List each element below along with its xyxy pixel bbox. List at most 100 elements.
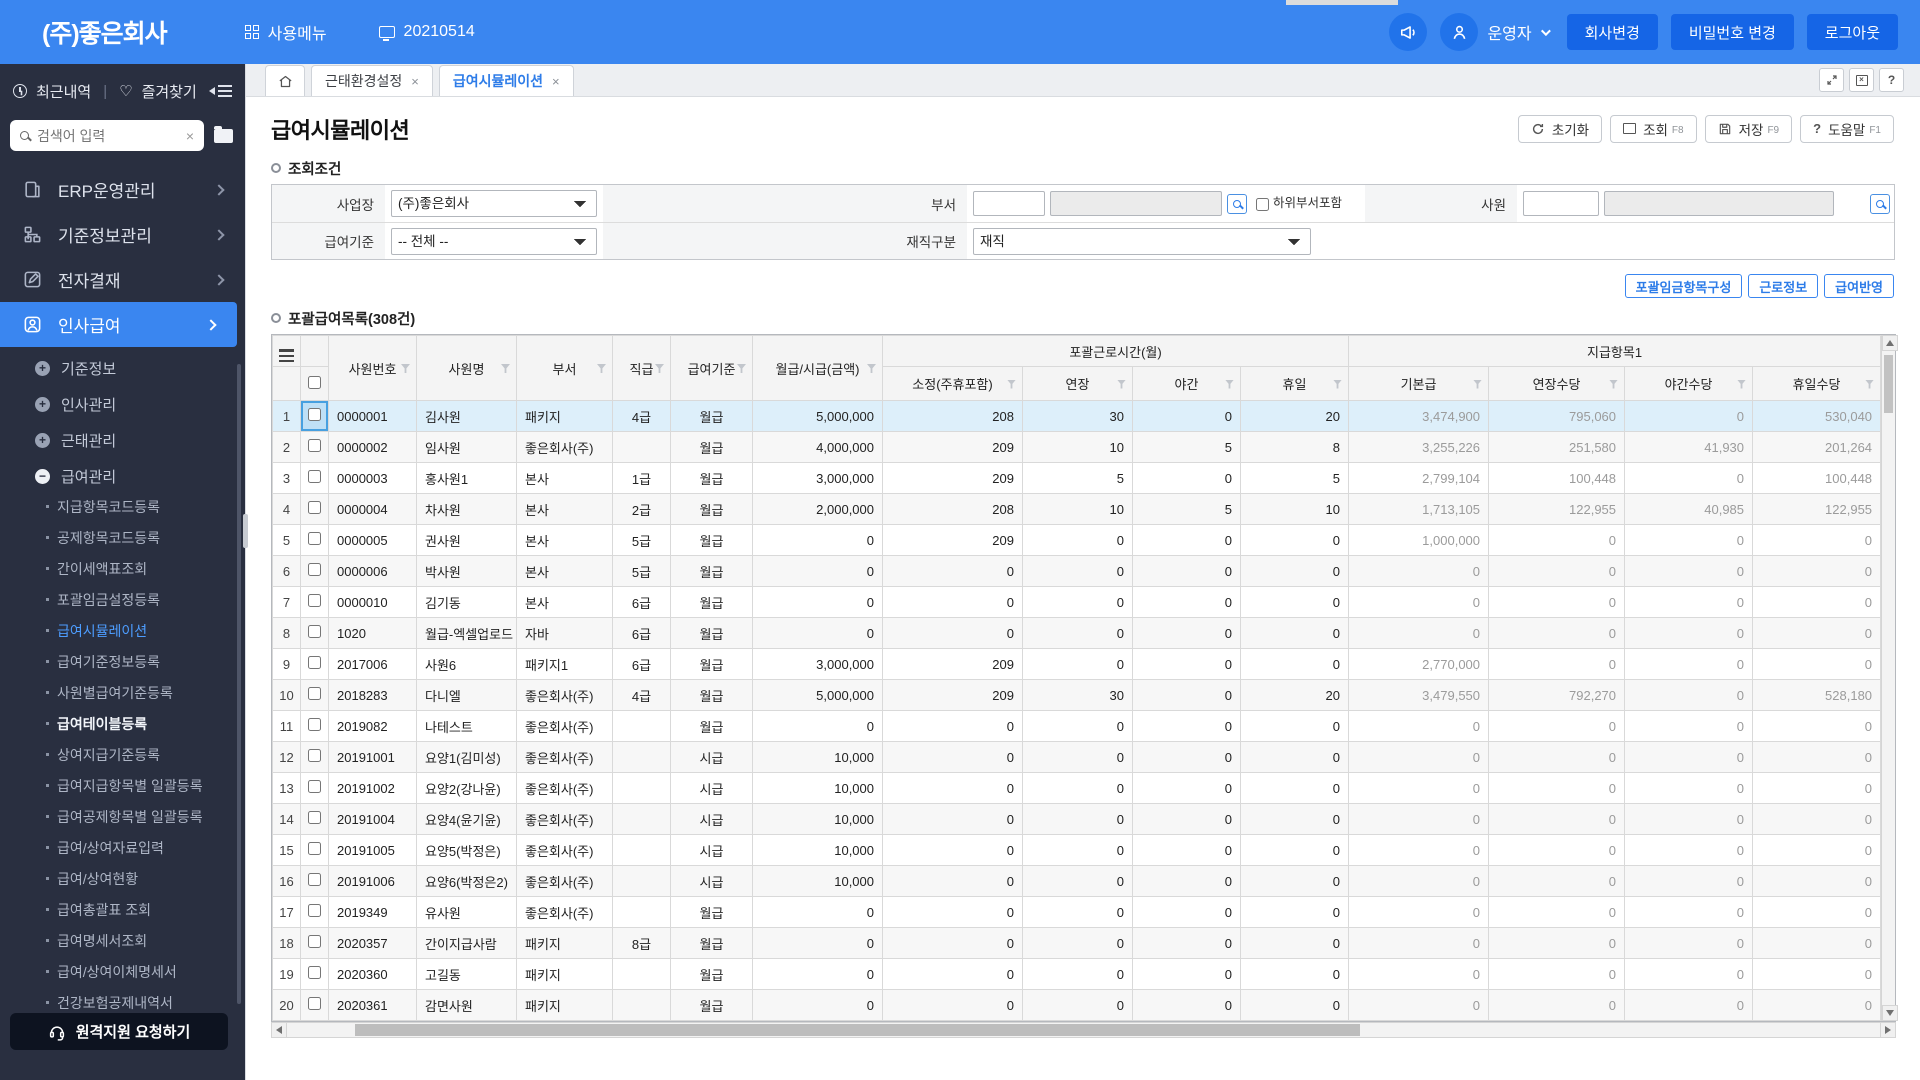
include-subdept-checkbox[interactable] bbox=[1256, 198, 1269, 211]
scroll-left-button[interactable] bbox=[271, 1022, 287, 1038]
sub-column-header-2-1[interactable]: 기본급 bbox=[1348, 366, 1490, 401]
department-code-input[interactable] bbox=[973, 191, 1045, 216]
horizontal-scrollbar[interactable] bbox=[271, 1022, 1896, 1038]
column-header-5[interactable]: 급여기준 bbox=[670, 335, 753, 401]
select-all-checkbox[interactable] bbox=[308, 375, 321, 389]
table-row[interactable]: 6 0000006 박사원 본사 5급 월급 0 0 0 0 0 0 0 0 0 bbox=[272, 555, 1882, 587]
change-password-button[interactable]: 비밀번호 변경 bbox=[1670, 14, 1794, 50]
save-button[interactable]: 저장 F9 bbox=[1704, 114, 1793, 143]
work-info-button[interactable]: 근로정보 bbox=[1748, 274, 1819, 298]
filter-icon[interactable] bbox=[1473, 379, 1483, 389]
tab-close-icon[interactable]: × bbox=[552, 74, 560, 89]
column-header-4[interactable]: 직급 bbox=[612, 335, 671, 401]
table-row[interactable]: 18 2020357 간이지급사람 패키지 8급 월급 0 0 0 0 0 0 0 0 0 bbox=[272, 927, 1882, 959]
row-checkbox[interactable] bbox=[308, 563, 321, 576]
favorites-link[interactable]: 즐겨찾기 bbox=[142, 81, 197, 102]
menu-leaf-1[interactable]: 지급항목코드등록 bbox=[0, 491, 245, 522]
column-header-1[interactable]: 사원번호 bbox=[328, 335, 417, 401]
scroll-up-button[interactable] bbox=[1882, 335, 1899, 351]
filter-icon[interactable] bbox=[597, 364, 606, 373]
sub-column-header-1-3[interactable]: 야간 bbox=[1132, 366, 1241, 401]
filter-icon[interactable] bbox=[737, 364, 746, 373]
filter-icon[interactable] bbox=[1333, 379, 1343, 389]
clear-search-icon[interactable]: × bbox=[186, 128, 194, 144]
filter-icon[interactable] bbox=[1117, 379, 1126, 389]
horizontal-scroll-thumb[interactable] bbox=[355, 1024, 1360, 1036]
menu-leaf-10[interactable]: 급여지급항목별 일괄등록 bbox=[0, 770, 245, 801]
filter-icon[interactable] bbox=[1865, 379, 1875, 389]
row-checkbox[interactable] bbox=[308, 656, 321, 669]
logout-button[interactable]: 로그아웃 bbox=[1806, 14, 1898, 50]
change-company-button[interactable]: 회사변경 bbox=[1566, 14, 1658, 50]
row-checkbox[interactable] bbox=[308, 439, 321, 452]
row-checkbox[interactable] bbox=[308, 470, 321, 483]
filter-icon[interactable] bbox=[1007, 379, 1016, 389]
table-row[interactable]: 9 2017006 사원6 패키지1 6급 월급 3,000,000 209 0 0 0 2,770,… bbox=[272, 648, 1882, 680]
table-row[interactable]: 1 0000001 김사원 패키지 4급 월급 5,000,000 208 30 0 20 3,474… bbox=[272, 400, 1882, 432]
row-checkbox[interactable] bbox=[308, 594, 321, 607]
menu-leaf-14[interactable]: 급여총괄표 조회 bbox=[0, 894, 245, 925]
table-row[interactable]: 10 2018283 다니엘 좋은회사(주) 4급 월급 5,000,000 209 30 0 20… bbox=[272, 679, 1882, 711]
sub-column-header-2-3[interactable]: 야간수당 bbox=[1624, 366, 1754, 401]
sub-column-header-1-4[interactable]: 휴일 bbox=[1239, 366, 1350, 401]
table-row[interactable]: 4 0000004 차사원 본사 2급 월급 2,000,000 208 10 5 10 1,713,… bbox=[272, 493, 1882, 525]
filter-icon[interactable] bbox=[401, 364, 410, 373]
sidebar-item-4[interactable]: 인사급여 bbox=[0, 302, 237, 347]
table-row[interactable]: 5 0000005 권사원 본사 5급 월급 0 209 0 0 0 1,000,000 0 0 0 bbox=[272, 524, 1882, 556]
table-row[interactable]: 12 20191001 요양1(김미성) 좋은회사(주) 시급 10,000 0 0 0 0 0 0 0… bbox=[272, 741, 1882, 773]
tab-home[interactable] bbox=[265, 65, 305, 96]
row-checkbox[interactable] bbox=[308, 718, 321, 731]
scroll-down-button[interactable] bbox=[1882, 1005, 1899, 1021]
menu-leaf-9[interactable]: 상여지급기준등록 bbox=[0, 739, 245, 770]
expand-button[interactable] bbox=[1819, 68, 1844, 92]
announcement-button[interactable] bbox=[1389, 13, 1428, 51]
help-button[interactable]: ? bbox=[1879, 68, 1904, 92]
tree-item-3[interactable]: + 근태관리 bbox=[0, 425, 245, 455]
menu-leaf-4[interactable]: 포괄임금설정등록 bbox=[0, 584, 245, 615]
department-search-button[interactable] bbox=[1227, 193, 1247, 214]
filter-icon[interactable] bbox=[1609, 379, 1619, 389]
sub-column-header-1-2[interactable]: 연장 bbox=[1022, 366, 1133, 401]
vertical-scrollbar[interactable] bbox=[1881, 335, 1899, 1021]
row-checkbox[interactable] bbox=[308, 842, 321, 855]
row-checkbox[interactable] bbox=[308, 749, 321, 762]
company-logo[interactable]: (주)좋은회사 bbox=[42, 14, 168, 50]
sidebar-item-1[interactable]: ERP운영관리 bbox=[0, 167, 245, 212]
table-row[interactable]: 13 20191002 요양2(강나윤) 좋은회사(주) 시급 10,000 0 0 0 0 0 0 0… bbox=[272, 772, 1882, 804]
table-row[interactable]: 15 20191005 요양5(박정은) 좋은회사(주) 시급 10,000 0 0 0 0 0 0 0… bbox=[272, 834, 1882, 866]
sidebar-item-2[interactable]: 기준정보관리 bbox=[0, 212, 245, 257]
work-date[interactable]: 20210514 bbox=[378, 23, 475, 41]
menu-leaf-13[interactable]: 급여/상여현황 bbox=[0, 863, 245, 894]
tree-item-2[interactable]: + 인사관리 bbox=[0, 389, 245, 419]
table-row[interactable]: 2 0000002 임사원 좋은회사(주) 월급 4,000,000 209 10 5 8 3,25… bbox=[272, 431, 1882, 463]
tab-close-icon[interactable]: × bbox=[411, 74, 419, 89]
menu-leaf-15[interactable]: 급여명세서조회 bbox=[0, 925, 245, 956]
menu-leaf-16[interactable]: 급여/상여이체명세서 bbox=[0, 956, 245, 987]
table-row[interactable]: 16 20191006 요양6(박정은2) 좋은회사(주) 시급 10,000 0 0 0 0 0 0… bbox=[272, 865, 1882, 897]
employee-search-button[interactable] bbox=[1870, 193, 1890, 214]
menu-leaf-2[interactable]: 공제항목코드등록 bbox=[0, 522, 245, 553]
apply-to-payroll-button[interactable]: 급여반영 bbox=[1824, 274, 1894, 298]
workplace-select[interactable]: (주)좋은회사 bbox=[391, 190, 597, 217]
table-row[interactable]: 11 2019082 나테스트 좋은회사(주) 월급 0 0 0 0 0 0 0 0 0 bbox=[272, 710, 1882, 742]
tab-attendance-settings[interactable]: 근태환경설정 × bbox=[311, 65, 433, 96]
menu-leaf-8[interactable]: 급여테이블등록 bbox=[0, 708, 245, 739]
search-button[interactable]: 조회 F8 bbox=[1610, 114, 1697, 143]
sidebar-collapse-button[interactable] bbox=[209, 85, 232, 97]
row-checkbox[interactable] bbox=[308, 935, 321, 948]
usage-menu-button[interactable]: 사용메뉴 bbox=[244, 20, 327, 44]
vertical-scroll-thumb[interactable] bbox=[1884, 355, 1893, 413]
sub-column-header-2-2[interactable]: 연장수당 bbox=[1488, 366, 1626, 401]
row-checkbox[interactable] bbox=[308, 873, 321, 886]
filter-icon[interactable] bbox=[867, 364, 876, 373]
column-header-6[interactable]: 월급/시급(금액) bbox=[752, 335, 883, 401]
row-checkbox[interactable] bbox=[308, 408, 321, 421]
scroll-right-button[interactable] bbox=[1880, 1022, 1896, 1038]
table-row[interactable]: 8 1020 월급-엑셀업로드 자바 6급 월급 0 0 0 0 0 0 0 0 0 bbox=[272, 617, 1882, 649]
row-checkbox[interactable] bbox=[308, 811, 321, 824]
row-checkbox[interactable] bbox=[308, 997, 321, 1010]
filter-icon[interactable] bbox=[501, 364, 510, 373]
tree-item-1[interactable]: + 기준정보 bbox=[0, 353, 245, 383]
close-all-tabs-button[interactable]: × bbox=[1849, 68, 1874, 92]
employee-code-input[interactable] bbox=[1523, 191, 1599, 216]
